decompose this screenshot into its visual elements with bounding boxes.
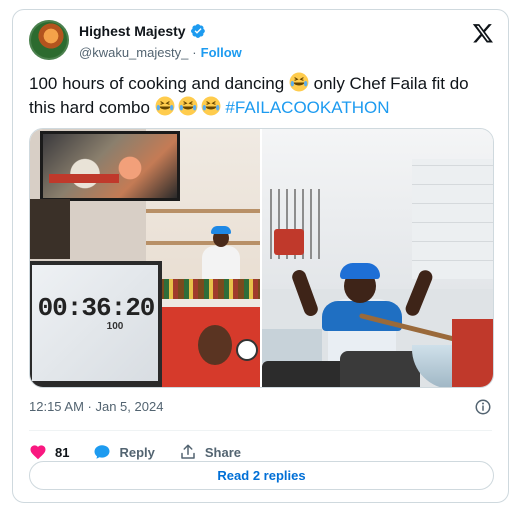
red-tool <box>274 229 304 255</box>
separator-dot: · <box>192 45 197 60</box>
red-object <box>452 319 493 387</box>
read-replies-button[interactable]: Read 2 replies <box>29 461 494 490</box>
heart-icon <box>30 445 46 460</box>
ingredient-bottles <box>158 279 260 301</box>
like-button[interactable]: 81 <box>29 443 69 461</box>
share-icon <box>181 444 195 459</box>
author-name-row: Highest Majesty <box>79 23 206 39</box>
camera-stand <box>30 199 70 259</box>
x-logo-icon[interactable] <box>472 22 494 44</box>
share-button[interactable]: Share <box>179 443 241 461</box>
timer-subtext: 100 <box>106 321 124 332</box>
laughing-emoji-icon <box>155 96 175 116</box>
tv-screen <box>40 131 180 201</box>
tweet-text-part: 100 hours of cooking and dancing <box>29 74 289 93</box>
speech-bubble-icon <box>94 445 110 459</box>
verified-badge-icon <box>190 24 205 38</box>
tweet-timestamp[interactable]: 12:15 AM · Jan 5, 2024 <box>29 399 163 414</box>
divider <box>29 430 492 431</box>
author-handle[interactable]: @kwaku_majesty_ <box>79 45 188 60</box>
follow-button[interactable]: Follow <box>201 45 242 60</box>
tweet-card: Highest Majesty @kwaku_majesty_ · Follow… <box>12 9 509 503</box>
info-icon[interactable] <box>474 398 492 416</box>
reply-label: Reply <box>119 444 155 460</box>
steel-tray <box>262 329 322 363</box>
author-display-name[interactable]: Highest Majesty <box>79 23 186 39</box>
laughing-emoji-icon <box>178 96 198 116</box>
hashtag-link[interactable]: #FAILACOOKATHON <box>225 98 389 117</box>
media-photo-left[interactable]: 00:36:20 100 <box>30 129 260 387</box>
share-label: Share <box>204 444 242 460</box>
like-count: 81 <box>55 444 70 460</box>
record-seal <box>236 339 258 361</box>
author-handle-row: @kwaku_majesty_ · Follow <box>79 45 242 60</box>
laughing-emoji-icon <box>289 72 309 92</box>
wall-tiles <box>412 159 493 279</box>
cooking-pot <box>340 351 420 387</box>
tweet-text: 100 hours of cooking and dancing only Ch… <box>29 72 497 120</box>
action-bar: 81 Reply Share <box>29 442 265 462</box>
media-photo-right[interactable] <box>262 129 493 387</box>
avatar[interactable] <box>29 20 69 60</box>
poster-face <box>198 325 232 365</box>
shelf <box>146 209 260 213</box>
cooking-pot <box>262 361 348 387</box>
reply-button[interactable]: Reply <box>93 443 155 461</box>
laughing-emoji-icon <box>201 96 221 116</box>
media-grid: 00:36:20 100 <box>29 128 494 388</box>
timer-display: 00:36:20 <box>37 293 156 323</box>
